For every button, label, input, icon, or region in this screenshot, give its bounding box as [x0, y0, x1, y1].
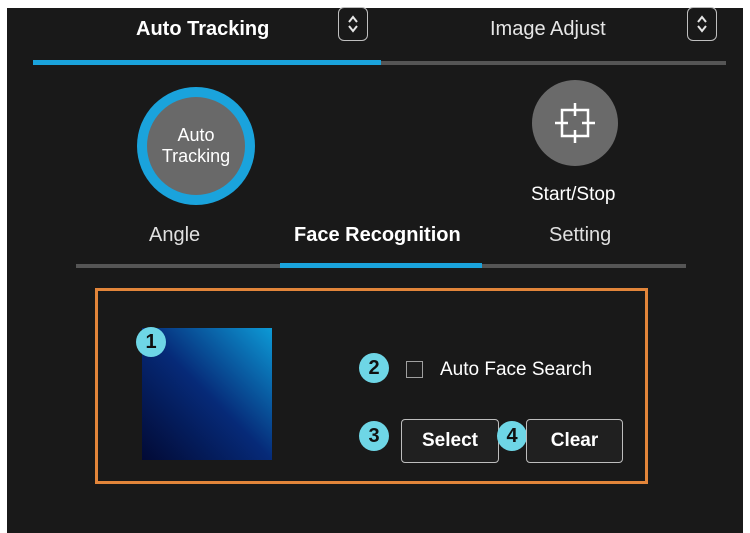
tab-underline	[381, 61, 726, 65]
subtab-face-recognition[interactable]: Face Recognition	[294, 224, 461, 247]
auto-tracking-spinner[interactable]	[338, 7, 368, 41]
auto-tracking-button[interactable]: Auto Tracking	[137, 87, 255, 205]
auto-face-search-label: Auto Face Search	[440, 359, 593, 380]
subtab-active-indicator	[280, 263, 482, 268]
subtab-angle[interactable]: Angle	[149, 224, 200, 247]
up-down-arrows-icon	[348, 15, 358, 33]
select-button[interactable]: Select	[401, 419, 499, 463]
image-adjust-spinner[interactable]	[687, 7, 717, 41]
crosshair-frame-icon	[555, 103, 595, 143]
tab-auto-tracking[interactable]: Auto Tracking	[136, 18, 269, 41]
subtab-setting[interactable]: Setting	[549, 224, 611, 247]
clear-button[interactable]: Clear	[526, 419, 623, 463]
callout-badge-4: 4	[497, 421, 527, 451]
tab-image-adjust[interactable]: Image Adjust	[490, 18, 606, 41]
callout-badge-2: 2	[359, 353, 389, 383]
auto-tracking-label-line2: Tracking	[161, 146, 231, 166]
tab-active-indicator	[33, 60, 381, 65]
auto-face-search-checkbox[interactable]	[406, 361, 423, 378]
start-stop-label: Start/Stop	[531, 184, 616, 205]
start-stop-button[interactable]	[532, 80, 618, 166]
callout-badge-1: 1	[136, 327, 166, 357]
up-down-arrows-icon	[697, 15, 707, 33]
callout-badge-3: 3	[359, 421, 389, 451]
auto-tracking-label-line1: Auto	[177, 125, 215, 145]
